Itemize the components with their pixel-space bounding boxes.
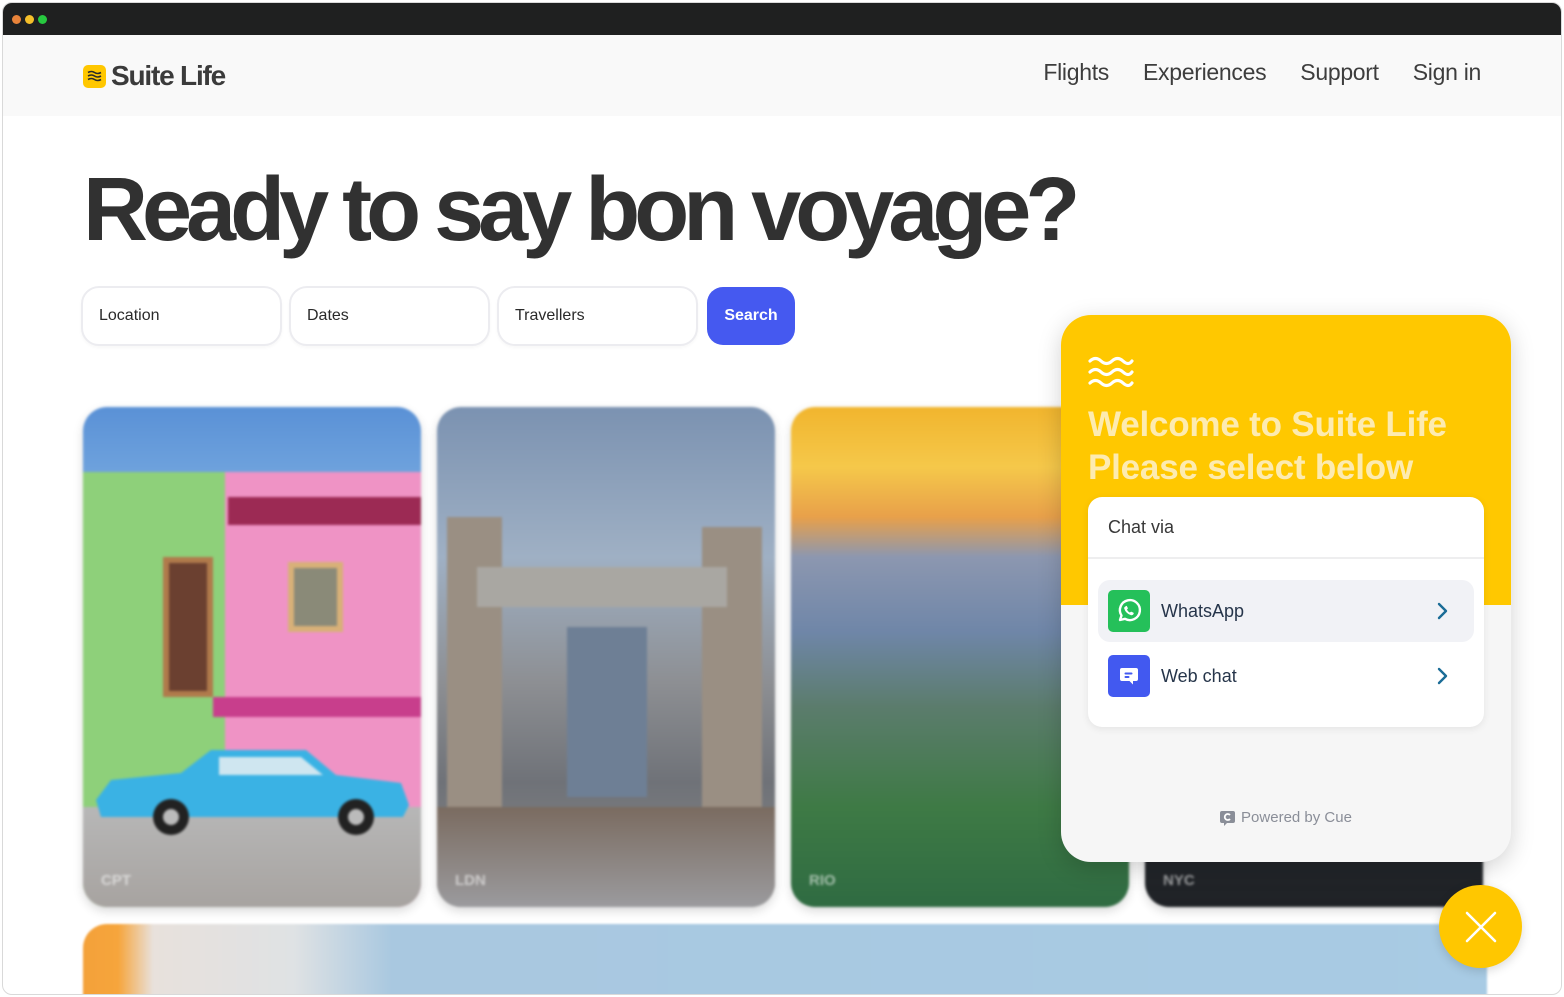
title-bar (3, 3, 1561, 35)
chat-option-web-chat[interactable]: Web chat (1098, 645, 1474, 707)
close-icon (1465, 911, 1496, 942)
waves-icon (1088, 356, 1134, 388)
nav-sign-in[interactable]: Sign in (1413, 59, 1482, 86)
web-chat-label: Web chat (1161, 665, 1237, 686)
logo[interactable]: Suite Life (83, 60, 226, 92)
nav-experiences[interactable]: Experiences (1143, 59, 1267, 86)
card-label: NYC (1163, 872, 1195, 889)
whatsapp-label: WhatsApp (1161, 600, 1245, 621)
dates-input[interactable] (289, 286, 490, 346)
chat-via-label: Chat via (1088, 497, 1484, 559)
chat-title-line-2: Please select below (1088, 448, 1413, 487)
nav-flights[interactable]: Flights (1043, 59, 1109, 86)
card-label: CPT (101, 872, 131, 889)
river (437, 807, 775, 907)
building-door (163, 557, 213, 697)
chat-title-line-1: Welcome to Suite Life (1088, 405, 1447, 444)
bridge-tower-left (447, 517, 502, 817)
close-chat-button[interactable] (1439, 885, 1522, 968)
building-window (288, 562, 343, 632)
location-input[interactable] (81, 286, 282, 346)
nav-support[interactable]: Support (1300, 59, 1379, 86)
chat-welcome-title: Welcome to Suite Life Please select belo… (1088, 403, 1447, 489)
destination-card-cpt[interactable]: CPT (83, 407, 421, 907)
main-nav: Flights Experiences Support Sign in (1043, 59, 1481, 86)
search-bar: Search (81, 286, 795, 346)
chat-option-whatsapp[interactable]: WhatsApp (1098, 580, 1474, 642)
travellers-input[interactable] (497, 286, 698, 346)
window-minimize-button[interactable] (25, 15, 34, 24)
brand-name: Suite Life (111, 60, 226, 91)
building-trim-lower (213, 697, 421, 717)
destination-card-ldn[interactable]: LDN (437, 407, 775, 907)
building-trim (228, 497, 421, 525)
waves-icon (83, 64, 106, 88)
site-header: Suite Life Flights Experiences Support S… (3, 35, 1561, 116)
hero-title: Ready to say bon voyage? (83, 160, 1080, 260)
skyline (567, 627, 647, 797)
whatsapp-icon (1108, 590, 1150, 632)
window-close-button[interactable] (12, 15, 21, 24)
chat-options-card: Chat via WhatsApp Web chat (1088, 497, 1484, 727)
car-illustration (96, 750, 409, 835)
card-label: RIO (809, 872, 836, 889)
promo-banner (83, 924, 1487, 994)
powered-by: Powered by Cue (1061, 809, 1511, 826)
bridge-walkway (477, 567, 727, 607)
chevron-right-icon (1437, 667, 1448, 685)
search-button[interactable]: Search (707, 287, 795, 345)
chat-widget: Welcome to Suite Life Please select belo… (1061, 315, 1511, 862)
card-label: LDN (455, 872, 486, 889)
web-chat-icon (1108, 655, 1150, 697)
chevron-right-icon (1437, 602, 1448, 620)
window-maximize-button[interactable] (38, 15, 47, 24)
powered-by-text: Powered by Cue (1241, 809, 1352, 826)
cue-logo-icon (1220, 810, 1236, 826)
